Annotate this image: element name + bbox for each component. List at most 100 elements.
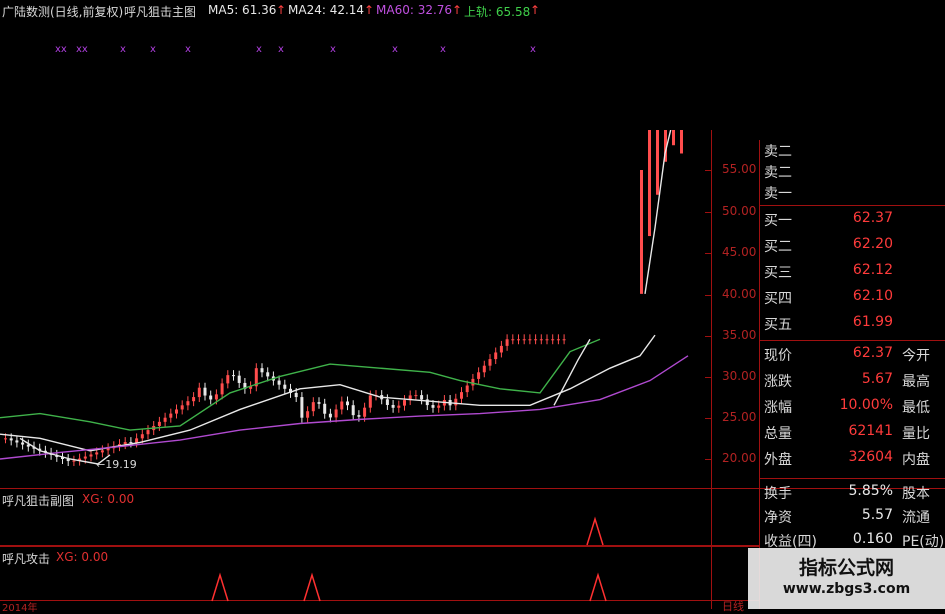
candle-body	[640, 170, 643, 294]
candle	[317, 397, 321, 409]
candle-body	[306, 411, 310, 418]
panel-divider	[759, 140, 760, 609]
quote-row-stats: 涨跌 5.67 最高	[762, 370, 945, 391]
candle-body	[545, 339, 549, 341]
candle	[232, 370, 235, 381]
candle-body	[488, 359, 492, 366]
candle	[494, 347, 498, 365]
ma60-line	[0, 355, 689, 460]
watermark-url: www.zbgs3.com	[782, 581, 911, 597]
quote-separator	[760, 340, 945, 341]
quote-label-secondary: 最低	[902, 400, 930, 416]
quote-label: 现价	[764, 348, 792, 364]
quote-row-sell: 卖一	[762, 182, 945, 203]
candle	[539, 334, 543, 345]
quote-label: 涨幅	[764, 400, 792, 416]
quote-label: 外盘	[764, 452, 792, 468]
candle-body	[420, 395, 424, 400]
quote-label: 卖二	[764, 144, 792, 160]
candle-body	[135, 438, 139, 443]
candlestick-chart[interactable]	[0, 130, 712, 485]
stock-chart-window: 广陆数测(日线,前复权) 呼凡狙击主图 MA5: 61.36 ↑ MA24: 4…	[0, 0, 945, 614]
candle-body	[203, 387, 207, 396]
candle-body	[123, 442, 127, 445]
quote-label: 买二	[764, 239, 792, 255]
quote-label: 买五	[764, 317, 792, 333]
quote-label: 卖一	[764, 186, 792, 202]
candle-body	[100, 450, 104, 453]
candle	[511, 334, 515, 345]
candle	[460, 387, 463, 404]
candle-body	[89, 454, 93, 457]
candle-body	[351, 405, 355, 416]
candle-body	[175, 409, 178, 414]
candle-body	[237, 375, 241, 383]
quote-label-secondary: 量比	[902, 426, 930, 442]
candle-body	[460, 392, 463, 399]
candle-body	[192, 397, 196, 402]
price-tick-label: 20.00	[722, 451, 757, 465]
signal-marker: xx	[55, 44, 67, 55]
candle-body	[528, 339, 532, 341]
signal-marker: x	[256, 44, 262, 55]
signal-marker: xx	[76, 44, 88, 55]
candle	[209, 390, 213, 405]
price-tick-label: 55.00	[722, 162, 757, 176]
up-arrow-icon: ↑	[452, 3, 463, 17]
quote-row-sell: 卖二	[762, 140, 945, 161]
candle	[323, 398, 327, 419]
candle-body	[340, 401, 344, 410]
quote-separator	[760, 478, 945, 479]
candle	[528, 334, 532, 345]
quote-row-sell: 卖二	[762, 161, 945, 182]
candle	[545, 334, 549, 345]
candle	[100, 445, 104, 458]
quote-label-secondary: 股本	[902, 486, 930, 502]
candle	[534, 334, 538, 345]
quote-value: 62.20	[852, 236, 893, 252]
candle-body	[403, 400, 406, 406]
quote-separator	[760, 205, 945, 206]
candle-body	[397, 405, 401, 408]
candle-body	[465, 385, 469, 393]
candle-body	[300, 397, 304, 418]
candle-body	[328, 413, 332, 418]
candle-body	[357, 415, 361, 417]
candle-body	[672, 130, 675, 146]
quote-row-stats: 涨幅 10.00% 最低	[762, 396, 945, 417]
candle	[66, 454, 70, 467]
quote-value: 62.12	[852, 262, 893, 278]
price-tick-label: 35.00	[722, 328, 757, 342]
quote-label: 买四	[764, 291, 792, 307]
candle	[340, 396, 344, 415]
candle-body	[197, 387, 201, 398]
candle	[403, 395, 406, 411]
signal-marker: x	[120, 44, 126, 55]
candle	[243, 378, 247, 394]
indicator-name: 呼凡狙击主图	[124, 5, 197, 19]
candle-body	[146, 430, 150, 435]
price-tick-label: 50.00	[722, 204, 757, 218]
candle	[420, 390, 424, 405]
quote-row-buy: 买三 62.12	[762, 261, 945, 282]
quote-value: 61.99	[852, 314, 893, 330]
candle	[180, 400, 184, 415]
candle	[26, 439, 30, 452]
candle	[522, 334, 526, 345]
candle-body	[431, 405, 435, 408]
upper-band-line	[0, 338, 601, 431]
candle	[488, 354, 492, 371]
candle-body	[4, 438, 7, 440]
candle	[551, 334, 555, 345]
quote-label-secondary: 流通	[902, 510, 930, 526]
candle	[556, 334, 560, 345]
candle	[106, 443, 110, 456]
candle-body	[471, 378, 475, 386]
candle	[175, 404, 178, 419]
candle-body	[180, 405, 184, 410]
signal-marker: x	[330, 44, 336, 55]
period-label: 日线	[722, 600, 744, 613]
candle-body	[368, 395, 372, 408]
candle-body	[534, 339, 538, 341]
sub1-spike	[586, 516, 604, 546]
